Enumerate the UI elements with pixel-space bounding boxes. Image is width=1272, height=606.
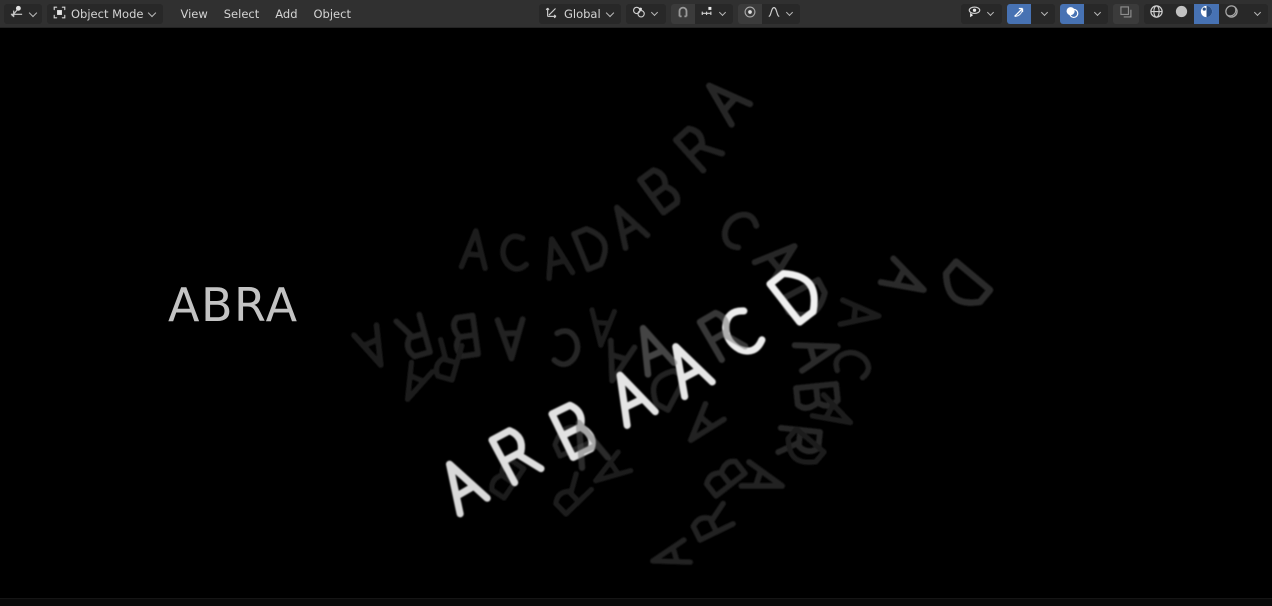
shading-options-chevron-down-icon <box>1254 9 1263 18</box>
interaction-mode-chevron-down-icon <box>148 9 157 18</box>
pivot-point-icon <box>632 5 646 22</box>
proportional-falloff-dropdown[interactable] <box>762 4 800 24</box>
shading-mode-group <box>1144 3 1268 24</box>
object-visibility-chevron-down-icon <box>987 9 996 18</box>
gizmos-toggle[interactable] <box>1007 3 1031 24</box>
shading-rendered-button[interactable] <box>1219 4 1244 24</box>
overlays-icon <box>1065 4 1079 23</box>
shading-material-preview-icon <box>1199 4 1214 23</box>
snapping-group <box>670 3 733 24</box>
proportional-falloff-chevron-down-icon <box>786 9 795 18</box>
object-visibility-dropdown[interactable] <box>961 3 1002 24</box>
proportional-editing-toggle[interactable] <box>737 3 762 24</box>
menu-view[interactable]: View <box>172 4 215 24</box>
snap-magnet-icon <box>676 4 690 23</box>
editor-type-chevron-down-icon <box>29 9 38 18</box>
shading-solid-icon <box>1174 4 1189 23</box>
menu-add[interactable]: Add <box>267 4 305 24</box>
editor-type-selector[interactable] <box>4 3 42 24</box>
overlays-group <box>1060 3 1108 24</box>
snap-to-dropdown[interactable] <box>695 4 733 24</box>
shading-wireframe-button[interactable] <box>1144 4 1169 24</box>
toggle-xray-button[interactable] <box>1113 3 1139 24</box>
overlays-dropdown[interactable] <box>1084 4 1108 24</box>
object-mode-icon <box>53 6 66 22</box>
menu-object-label: Object <box>313 6 351 21</box>
header-menubar: View Select Add Object <box>172 4 359 24</box>
menu-select[interactable]: Select <box>216 4 267 24</box>
proportional-falloff-smooth-icon <box>767 4 781 23</box>
gizmos-chevron-down-icon <box>1041 9 1050 18</box>
object-visibility-icon <box>967 5 982 22</box>
menu-add-label: Add <box>275 6 298 21</box>
shading-rendered-icon <box>1224 4 1239 23</box>
interaction-mode-label: Object Mode <box>71 6 144 21</box>
shading-options-dropdown[interactable] <box>1244 4 1268 24</box>
pivot-point-chevron-down-icon <box>651 9 660 18</box>
proportional-editing-group <box>737 3 800 24</box>
menu-view-label: View <box>180 6 208 21</box>
shading-material-preview-button[interactable] <box>1194 3 1219 24</box>
viewport-header: Object Mode View Select Add Object Globa… <box>0 0 1272 28</box>
menu-object[interactable]: Object <box>306 4 359 24</box>
interaction-mode-dropdown[interactable]: Object Mode <box>47 3 164 24</box>
toggle-xray-icon <box>1119 5 1133 22</box>
snap-magnet-toggle[interactable] <box>670 3 695 24</box>
transform-orientation-dropdown[interactable]: Global <box>538 3 621 24</box>
proportional-editing-icon <box>743 4 757 23</box>
editor-type-3d-viewport-icon <box>9 4 24 23</box>
shading-solid-button[interactable] <box>1169 4 1194 24</box>
overlays-chevron-down-icon <box>1094 9 1103 18</box>
gizmos-group <box>1007 3 1055 24</box>
status-bar <box>0 598 1272 606</box>
blender-window: Object Mode View Select Add Object Globa… <box>0 0 1272 606</box>
menu-select-label: Select <box>223 6 260 21</box>
overlays-toggle[interactable] <box>1060 3 1084 24</box>
transform-orientation-label: Global <box>563 6 601 21</box>
shading-wireframe-icon <box>1149 4 1164 23</box>
gizmo-icon <box>1012 4 1026 23</box>
viewport-text-label: ABRA <box>168 278 299 332</box>
transform-orientation-chevron-down-icon <box>606 9 615 18</box>
snap-to-chevron-down-icon <box>719 9 728 18</box>
pivot-point-dropdown[interactable] <box>625 3 666 24</box>
snap-to-increment-icon <box>700 4 714 23</box>
viewport-3d[interactable]: ABRA <box>0 28 1272 598</box>
transform-orientation-icon <box>545 5 559 22</box>
gizmos-dropdown[interactable] <box>1031 4 1055 24</box>
